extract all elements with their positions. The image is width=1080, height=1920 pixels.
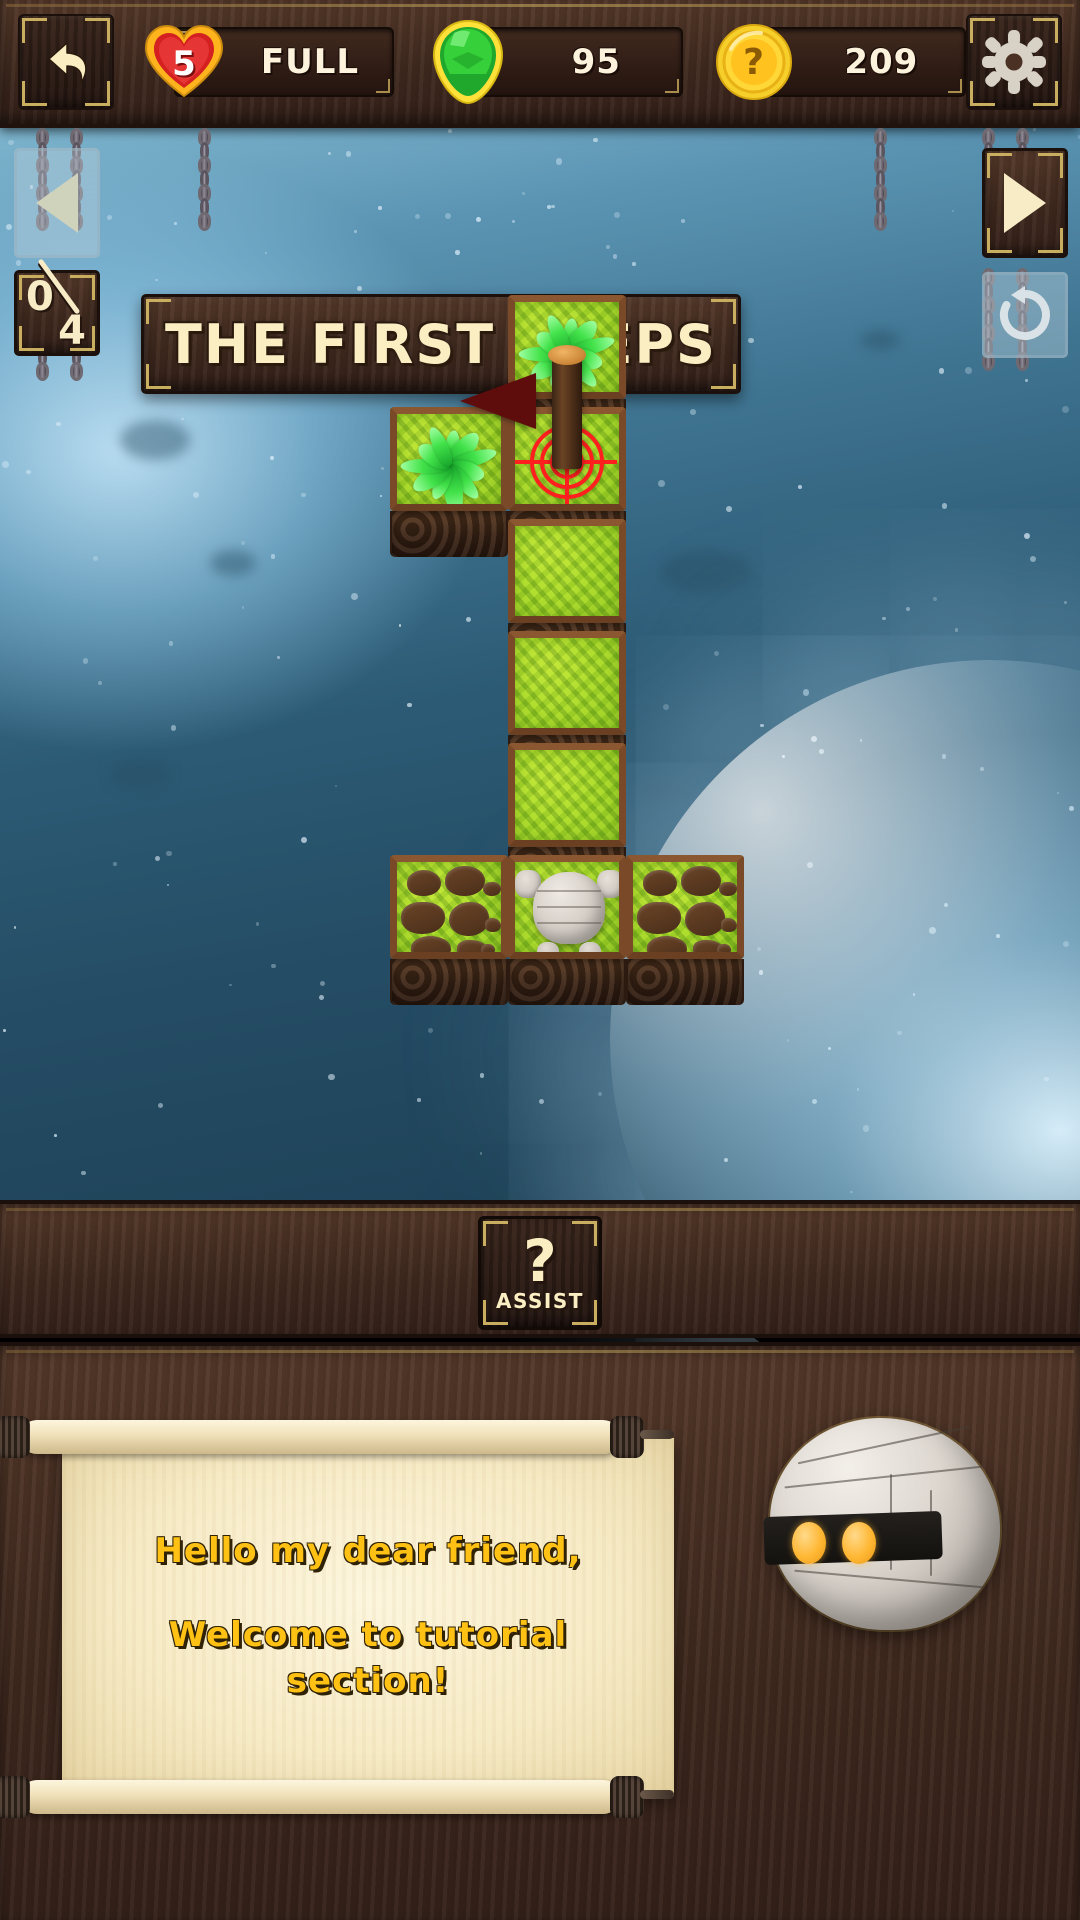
coins-value: 209 (844, 42, 919, 82)
chain-title-right (874, 128, 887, 231)
tree-trunk-top (548, 345, 586, 365)
board-tile[interactable] (390, 855, 508, 1005)
board-tile[interactable] (626, 855, 744, 1005)
restart-button[interactable] (982, 272, 1068, 358)
plant-sprite (400, 416, 499, 504)
top-hud-bar: 5 FULL 95 ? 209 (0, 0, 1080, 128)
question-mark-icon: ? (523, 1226, 557, 1295)
back-button[interactable] (18, 14, 114, 110)
coins-indicator[interactable]: ? 209 (715, 24, 966, 100)
progress-fraction: 0 4 (20, 258, 94, 354)
avatar-eye-right (842, 1522, 876, 1564)
hint-arrow-icon (460, 373, 536, 429)
back-arrow-icon (48, 42, 87, 84)
settings-button[interactable] (966, 14, 1062, 110)
restart-icon (999, 286, 1050, 340)
dialog-line-1: Hello my dear friend, (154, 1531, 582, 1572)
puzzle-board[interactable] (0, 120, 1080, 1200)
prev-level-button[interactable] (14, 148, 100, 258)
level-title-banner: THE FIRST STEPS (141, 294, 741, 394)
gem-icon (430, 19, 506, 105)
player-mummy-sprite[interactable] (515, 866, 619, 952)
assist-label: ASSIST (496, 1289, 584, 1314)
chain-title-left (198, 128, 211, 231)
gems-indicator[interactable]: 95 (432, 19, 683, 105)
scroll-rod-top (0, 1416, 674, 1458)
scroll-rod-bottom (0, 1776, 674, 1818)
next-level-button[interactable] (982, 148, 1068, 258)
lives-status: FULL (260, 42, 360, 82)
dialog-line-2: Welcome to tutorial section! (168, 1615, 568, 1701)
coin-symbol: ? (743, 41, 765, 83)
chevron-left-icon (36, 173, 78, 233)
chevron-right-icon (1004, 173, 1046, 233)
lives-indicator[interactable]: 5 FULL (144, 24, 394, 98)
page-title: THE FIRST STEPS (165, 312, 717, 376)
lives-count: 5 (172, 44, 196, 84)
progress-denominator: 4 (58, 308, 86, 354)
assist-button[interactable]: ? ASSIST (478, 1216, 602, 1330)
coin-icon: ? (715, 23, 793, 101)
dialog-scroll: Hello my dear friend, Welcome to tutoria… (62, 1438, 674, 1796)
game-screen: 5 FULL 95 ? 209 THE FIRST STEPS 0 4 ? AS… (0, 0, 1080, 1920)
level-progress-badge: 0 4 (14, 258, 100, 356)
board-tile[interactable] (508, 855, 626, 1005)
gems-value: 95 (571, 42, 621, 82)
gear-icon (982, 30, 1046, 94)
heart-icon: 5 (142, 22, 226, 102)
assist-panel: ? ASSIST (0, 1200, 1080, 1338)
board-tile[interactable] (390, 407, 508, 557)
mummy-avatar (763, 1418, 1000, 1630)
progress-numerator: 0 (26, 274, 54, 320)
avatar-eye-left (792, 1522, 826, 1564)
tree-trunk[interactable] (552, 351, 582, 469)
